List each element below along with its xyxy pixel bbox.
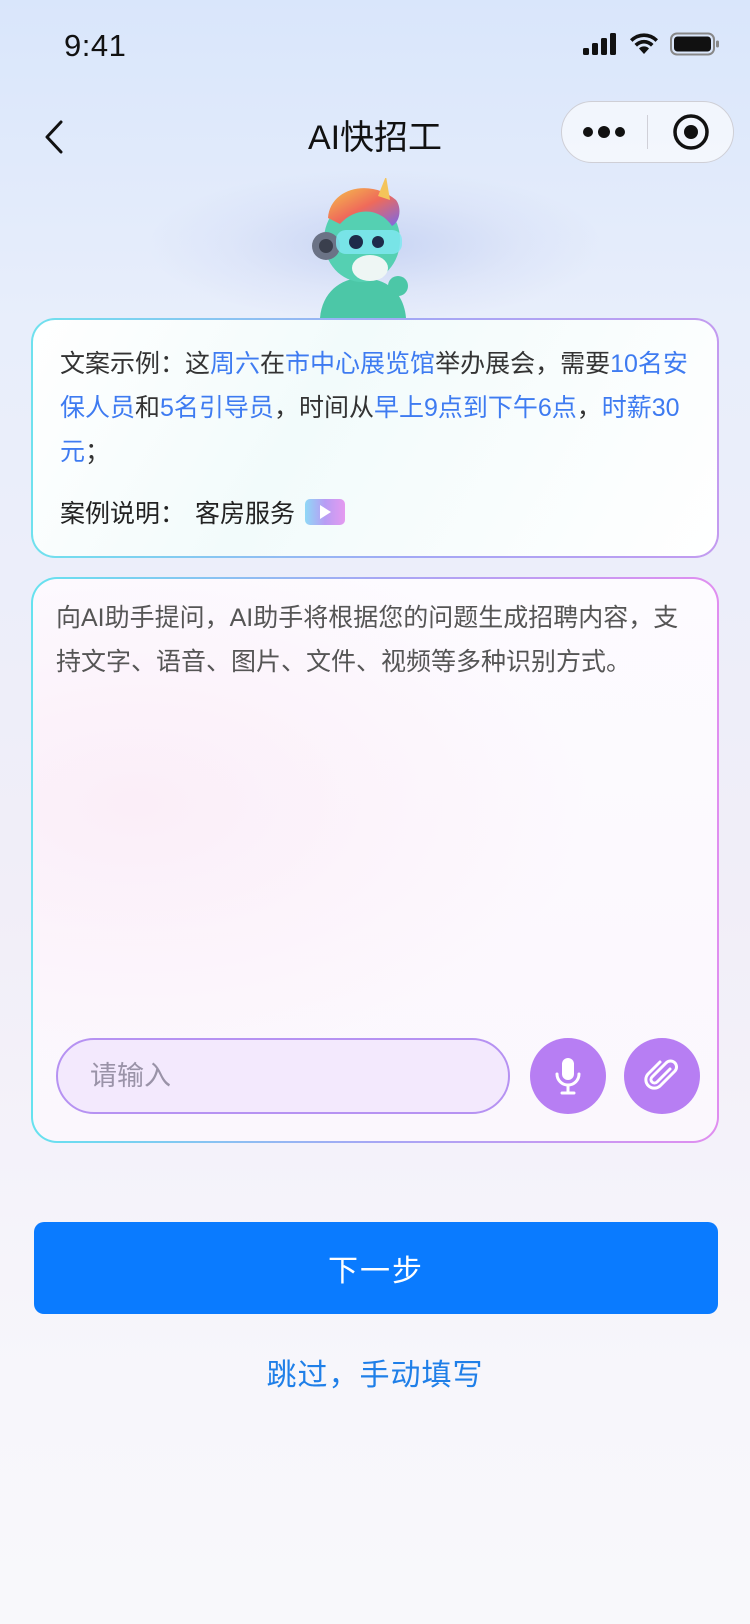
example-highlight: 早上9点到下午6点: [373, 394, 577, 422]
example-highlight: 市中心展览馆: [285, 350, 436, 378]
case-explanation-link[interactable]: 案例说明： 客房服务: [60, 494, 346, 530]
example-segment: ，: [576, 394, 602, 422]
wifi-icon: [630, 33, 658, 54]
message-input[interactable]: [58, 1040, 508, 1112]
battery-icon: [670, 32, 719, 56]
play-video-button[interactable]: [305, 499, 346, 525]
example-segment: 和: [135, 394, 161, 422]
paperclip-icon: [644, 1059, 678, 1090]
example-segment: 举办展会，需要: [435, 350, 611, 378]
example-segment: 文案示例：这: [60, 350, 211, 378]
skip-manual-fill-link[interactable]: 跳过，手动填写: [0, 1350, 750, 1394]
example-segment: ；: [85, 438, 111, 466]
microphone-icon: [555, 1058, 581, 1095]
target-circle-icon: [672, 114, 709, 150]
example-segment: 在: [260, 350, 286, 378]
attach-file-button[interactable]: [624, 1038, 700, 1114]
mini-program-capsule: [561, 101, 734, 163]
more-button[interactable]: [562, 102, 647, 162]
message-input-wrapper: [56, 1038, 510, 1114]
ai-prompt-description: 向AI助手提问，AI助手将根据您的问题生成招聘内容，支持文字、语音、图片、文件、…: [56, 604, 679, 676]
example-highlight: 5名引导员: [160, 394, 274, 422]
example-segment: ，时间从: [273, 394, 374, 422]
case-value: 客房服务: [195, 500, 296, 528]
voice-input-button[interactable]: [530, 1038, 606, 1114]
status-icons: [582, 32, 720, 56]
example-highlight: 周六: [210, 350, 261, 378]
more-dots-icon: [583, 126, 626, 138]
mascot-illustration: [312, 178, 408, 318]
example-text: 文案示例：这周六在市中心展览馆举办展会，需要10名安保人员和5名引导员，时间从早…: [60, 342, 700, 474]
next-step-button[interactable]: 下一步: [34, 1222, 718, 1314]
play-icon: [320, 505, 332, 519]
case-label: 案例说明：: [60, 500, 186, 528]
status-time: 9:41: [64, 28, 127, 63]
signal-icon: [583, 33, 616, 55]
close-miniprogram-button[interactable]: [648, 102, 733, 162]
